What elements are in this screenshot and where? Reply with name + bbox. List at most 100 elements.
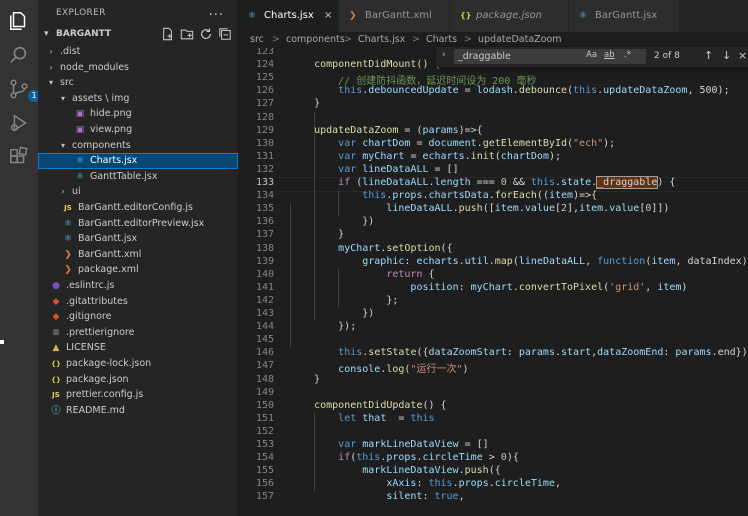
file-item[interactable]: ▣ hide.png [38,106,238,122]
explorer-more-button[interactable]: ... [209,4,224,19]
tab-xml-1[interactable]: ❯ BarGantt.xml [339,0,450,32]
previous-match-button[interactable]: ↑ [704,49,713,62]
code-token: chartsData [428,190,489,202]
search-icon[interactable] [8,44,30,66]
breadcrumb-item[interactable]: updateDataZoom [478,32,562,48]
file-item[interactable]: ◆ .gitattributes [38,294,238,310]
breadcrumb-item[interactable]: Charts [426,32,457,48]
code-token: state [561,177,592,188]
chevron-down-icon: ▾ [44,29,49,39]
next-match-button[interactable]: ↓ [722,49,731,62]
breadcrumb-separator: > [412,34,420,45]
folder-item[interactable]: › node_modules [38,60,238,76]
line-number: 150 [255,399,274,411]
json-file-icon: {} [51,375,61,384]
file-item[interactable]: {} package-lock.json [38,356,238,372]
breadcrumb: src > components > Charts.jsx > Charts > updateD… [238,32,748,48]
tab-json-2[interactable]: {} package.json [450,0,569,32]
close-find-button[interactable]: × [738,49,747,62]
file-item[interactable]: JS prettier.config.js [38,387,238,403]
folder-item[interactable]: ▾ src [38,75,238,91]
source-control-icon[interactable]: 1 [8,78,40,102]
file-item[interactable]: ⚛ BarGantt.editorPreview.jsx [38,216,238,232]
code-token: item [548,190,574,202]
code-token: , [458,491,465,503]
code-line: lineDataALL.push([item.value[2],item.val… [290,203,669,214]
code-token: this [410,412,435,424]
run-debug-icon[interactable] [8,112,30,134]
tree-item-label: view.png [90,124,133,135]
file-item[interactable]: ⚛ Charts.jsx [38,153,238,170]
toggle-replace-icon[interactable]: › [442,50,446,60]
regex-option[interactable]: .* [624,50,631,60]
jsx-file-icon: ⚛ [63,234,73,245]
find-input[interactable] [454,49,646,64]
collapse-all-icon[interactable] [218,27,232,41]
code-token: start [561,347,592,359]
file-item[interactable]: ▣ view.png [38,122,238,138]
breadcrumb-item[interactable]: src [250,32,264,48]
code-token: }); [290,321,357,333]
folder-item[interactable]: › .dist [38,44,238,60]
tab-jsx-0[interactable]: ⚛ Charts.jsx × [238,0,339,32]
breadcrumb-separator: > [344,34,352,45]
code-token: { [422,268,435,280]
file-item[interactable]: ⚛ GanttTable.jsx [38,169,238,185]
tree-item-label: BarGantt.editorConfig.js [78,202,193,213]
code-token: debounce [518,85,567,97]
code-token: ) [681,281,688,293]
tab-label: package.json [476,10,543,21]
jsx-file-icon: ⚛ [75,171,85,182]
file-item[interactable]: {} package.json [38,372,238,388]
file-item[interactable]: ⓘ README.md [38,403,238,419]
project-root[interactable]: ▾ BARGANTT [38,26,238,44]
code-token: = [410,137,429,149]
file-item[interactable]: ● .eslintrc.js [38,278,238,294]
file-item[interactable]: ❯ package.xml [38,262,238,278]
find-widget: › Aa ab .* 2 of 8 ↑ ↓ × [436,47,748,67]
code-token: setOption [386,242,441,254]
whole-word-option[interactable]: ab [604,50,615,60]
folder-item[interactable]: ▾ assets \ img [38,91,238,107]
breadcrumb-item[interactable]: Charts.jsx [358,32,405,48]
folder-item[interactable]: ▾ components [38,138,238,154]
code-editor[interactable]: 123 124 125 126 127 128 129 130 131 132 133 134 135 1… [238,48,748,516]
file-item[interactable]: ≡ .prettierignore [38,325,238,341]
file-item[interactable]: ❯ BarGantt.xml [38,247,238,263]
code-line: markLineDataView.push({ [290,465,501,476]
refresh-icon[interactable] [199,27,213,41]
tab-jsx-3[interactable]: ⚛ BarGantt.jsx [569,0,680,32]
extensions-icon[interactable] [8,146,30,168]
license-file-icon: ▲ [52,343,60,354]
tree-item-label: BarGantt.editorPreview.jsx [78,217,205,229]
chevron-down-icon: ▾ [48,78,53,88]
file-item[interactable]: ◆ .gitignore [38,309,238,325]
code-token: this [338,85,363,97]
folder-item[interactable]: › ui [38,184,238,200]
file-item[interactable]: ▲ LICENSE [38,340,238,356]
code-token: }) [290,308,375,319]
code-token: 'grid' [609,281,646,293]
code-token: ]]) [651,203,670,215]
code-token: ({ [440,242,453,254]
png-file-icon: ▣ [75,109,85,120]
code-token: : [663,347,676,359]
line-number: 155 [255,465,274,477]
breadcrumb-item[interactable]: components [286,32,345,48]
explorer-sidebar: EXPLORER ... ▾ BARGANTT › .dist › node_modu… [38,0,238,516]
new-folder-icon[interactable] [180,27,194,41]
line-number: 123 [255,48,274,57]
code-token: === [470,177,501,188]
close-icon[interactable]: × [324,0,332,32]
new-file-icon[interactable] [161,27,175,41]
code-line: if (lineDataALL.length === 0 && this.sta… [290,176,675,189]
file-item[interactable]: JS BarGantt.editorConfig.js [38,200,238,216]
file-item[interactable]: ⚛ BarGantt.jsx [38,231,238,247]
match-case-option[interactable]: Aa [586,50,597,60]
code-token: ( [350,177,363,188]
files-icon[interactable] [8,10,30,32]
